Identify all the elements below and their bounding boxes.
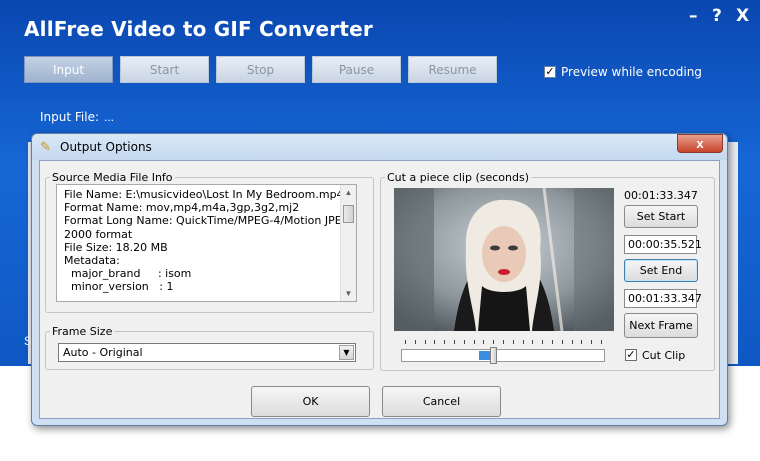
duration-label: 00:01:33.347 [624, 189, 698, 202]
info-line: minor_version : 1 [64, 280, 174, 294]
frame-size-value: Auto - Original [63, 346, 143, 359]
pause-button[interactable]: Pause [312, 56, 401, 83]
dialog-titlebar[interactable]: ✎ Output Options x [32, 134, 727, 160]
info-line: File Name: E:\musicvideo\Lost In My Bedr… [64, 188, 344, 201]
info-line: major_brand : isom [64, 267, 192, 281]
slider-tick [405, 340, 406, 344]
stop-button[interactable]: Stop [216, 56, 305, 83]
set-end-button[interactable]: Set End [624, 259, 698, 282]
info-line: Format Long Name: QuickTime/MPEG-4/Motio… [64, 214, 351, 228]
info-line: Format Name: mov,mp4,m4a,3gp,3g2,mj2 [64, 201, 300, 215]
slider-tick [591, 340, 593, 344]
info-line: 2000 format [64, 227, 133, 241]
cut-clip-label: Cut Clip [642, 349, 686, 362]
help-icon[interactable]: ? [712, 6, 722, 26]
slider-tick [454, 340, 455, 344]
cancel-button[interactable]: Cancel [382, 386, 501, 417]
dialog-title: Output Options [60, 140, 152, 154]
slider-tick [414, 340, 416, 344]
slider-tick [522, 340, 524, 344]
input-button[interactable]: Input [24, 56, 113, 83]
slider-ticks [401, 340, 605, 345]
clip-slider-track[interactable] [401, 349, 605, 362]
ok-button[interactable]: OK [251, 386, 370, 417]
slider-tick [493, 340, 495, 344]
video-preview [394, 188, 614, 331]
clip-slider-thumb[interactable] [489, 347, 497, 364]
slider-tick [473, 340, 475, 344]
slider-tick [532, 340, 534, 344]
cut-clip-checkbox[interactable]: ✓ [625, 349, 637, 361]
wand-icon: ✎ [40, 139, 51, 154]
dialog-close-button[interactable]: x [677, 134, 723, 153]
slider-tick [542, 340, 544, 344]
slider-tick [463, 340, 465, 344]
chevron-down-icon[interactable]: ▼ [339, 345, 354, 360]
slider-tick [424, 340, 426, 344]
set-start-button[interactable]: Set Start [624, 205, 698, 228]
end-time-field[interactable]: 00:01:33.347 [624, 289, 702, 308]
preview-label: Preview while encoding [561, 65, 702, 79]
scroll-up-icon[interactable]: ▲ [341, 185, 356, 200]
slider-tick [512, 340, 514, 344]
slider-tick [434, 340, 436, 344]
slider-tick [601, 340, 602, 344]
minimize-icon[interactable]: – [689, 6, 698, 26]
cut-clip-legend: Cut a piece clip (seconds) [387, 171, 530, 184]
slider-tick [571, 340, 573, 344]
close-icon[interactable]: X [736, 6, 749, 26]
source-info-legend: Source Media File Info [52, 171, 173, 184]
slider-tick [552, 340, 553, 344]
source-info-text: File Name: E:\musicvideo\Lost In My Bedr… [64, 188, 350, 294]
slider-tick [581, 340, 583, 344]
scroll-down-icon[interactable]: ▼ [341, 286, 356, 301]
resume-button[interactable]: Resume [408, 56, 497, 83]
app-title: AllFree Video to GIF Converter [24, 17, 373, 41]
frame-size-select[interactable]: Auto - Original ▼ [58, 343, 356, 362]
slider-tick [561, 340, 563, 344]
info-scrollbar[interactable]: ▲ ▼ [340, 185, 356, 301]
slider-tick [503, 340, 504, 344]
info-line: Metadata: [64, 254, 120, 268]
video-frame-image [394, 188, 614, 331]
input-file-value: ... [104, 110, 115, 124]
start-button[interactable]: Start [120, 56, 209, 83]
frame-size-legend: Frame Size [52, 325, 113, 338]
scroll-thumb[interactable] [343, 205, 354, 223]
slider-tick [483, 340, 485, 344]
info-line: File Size: 18.20 MB [64, 240, 168, 254]
next-frame-button[interactable]: Next Frame [624, 313, 698, 338]
preview-checkbox[interactable]: ✓ [544, 66, 556, 78]
slider-tick [444, 340, 446, 344]
source-info-textbox[interactable]: File Name: E:\musicvideo\Lost In My Bedr… [56, 184, 357, 302]
start-time-field[interactable]: 00:00:35.521 [624, 235, 702, 254]
input-file-label: Input File: [40, 110, 100, 124]
